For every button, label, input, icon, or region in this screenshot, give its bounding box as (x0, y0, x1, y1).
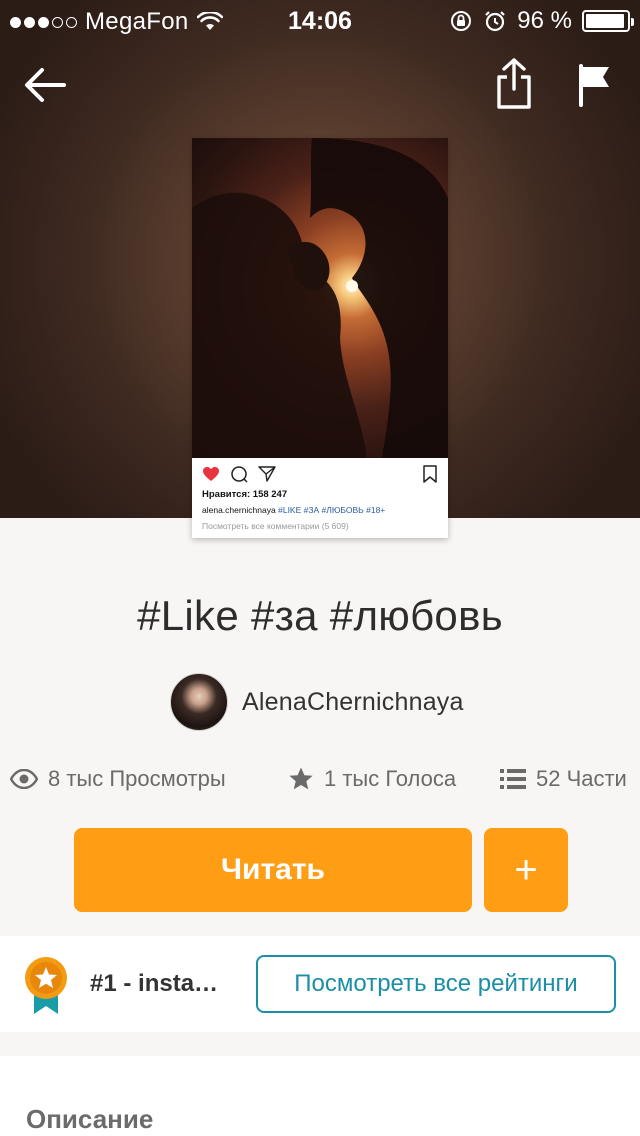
status-bar: MegaFon 14:06 96 % (0, 0, 640, 40)
star-icon (289, 767, 313, 790)
ranking-row: #1 - insta… Посмотреть все рейтинги (0, 936, 640, 1032)
cover-caption-user: alena.chernichnaya (202, 505, 276, 515)
battery-icon (582, 10, 634, 32)
bookmark-icon (423, 465, 437, 483)
cover-caption: alena.chernichnaya #LIKE #ЗА #ЛЮБОВЬ #18… (202, 505, 385, 515)
status-right: 96 % (449, 7, 634, 35)
views-count: 8 тыс Просмотры (48, 766, 226, 791)
votes-stat: 1 тыс Голоса (288, 766, 456, 792)
parts-count: 52 Части (536, 766, 627, 791)
cover-caption-tags: #LIKE #ЗА #ЛЮБОВЬ #18+ (278, 505, 386, 515)
author-name[interactable]: AlenaChernichnaya (242, 688, 464, 717)
flag-icon[interactable] (576, 62, 614, 108)
parts-stat: 52 Части (500, 766, 627, 792)
views-stat: 8 тыс Просмотры (10, 766, 226, 792)
view-all-rankings-button[interactable]: Посмотреть все рейтинги (256, 955, 616, 1013)
ranking-text: #1 - insta… (90, 970, 219, 997)
read-button[interactable]: Читать (74, 828, 472, 912)
votes-count: 1 тыс Голоса (324, 766, 457, 791)
cover-action-icons (202, 465, 276, 483)
story-cover[interactable]: Нравится: 158 247 alena.chernichnaya #LI… (192, 138, 448, 538)
cover-likes: Нравится: 158 247 (202, 489, 288, 500)
eye-icon (10, 769, 38, 789)
description-heading: Описание (26, 1104, 154, 1134)
comment-icon (231, 466, 248, 483)
rotation-lock-icon (451, 11, 472, 31)
description-section: Описание (0, 1056, 640, 1136)
send-icon (258, 466, 276, 482)
arrow-left-icon[interactable] (22, 62, 68, 108)
heart-icon (203, 467, 219, 481)
list-icon (500, 769, 526, 789)
battery-percent: 96 % (517, 7, 572, 34)
share-icon[interactable] (494, 57, 534, 111)
cover-caption-bar: Нравится: 158 247 alena.chernichnaya #LI… (192, 458, 448, 538)
cover-comments: Посмотреть все комментарии (5 609) (202, 521, 349, 531)
avatar[interactable] (170, 673, 228, 731)
author-link[interactable]: AlenaChernichnaya (170, 672, 464, 732)
story-stats: 8 тыс Просмотры 1 тыс Голоса 52 Части (10, 762, 640, 798)
ranking-badge-icon (25, 957, 67, 1014)
story-title: #Like #за #любовь (137, 592, 503, 639)
add-to-library-button[interactable]: + (484, 828, 568, 912)
cover-image (192, 138, 448, 458)
couple-silhouette-image (192, 138, 448, 458)
plus-icon: + (514, 848, 538, 892)
battery-level (586, 14, 625, 28)
alarm-icon (485, 11, 506, 32)
